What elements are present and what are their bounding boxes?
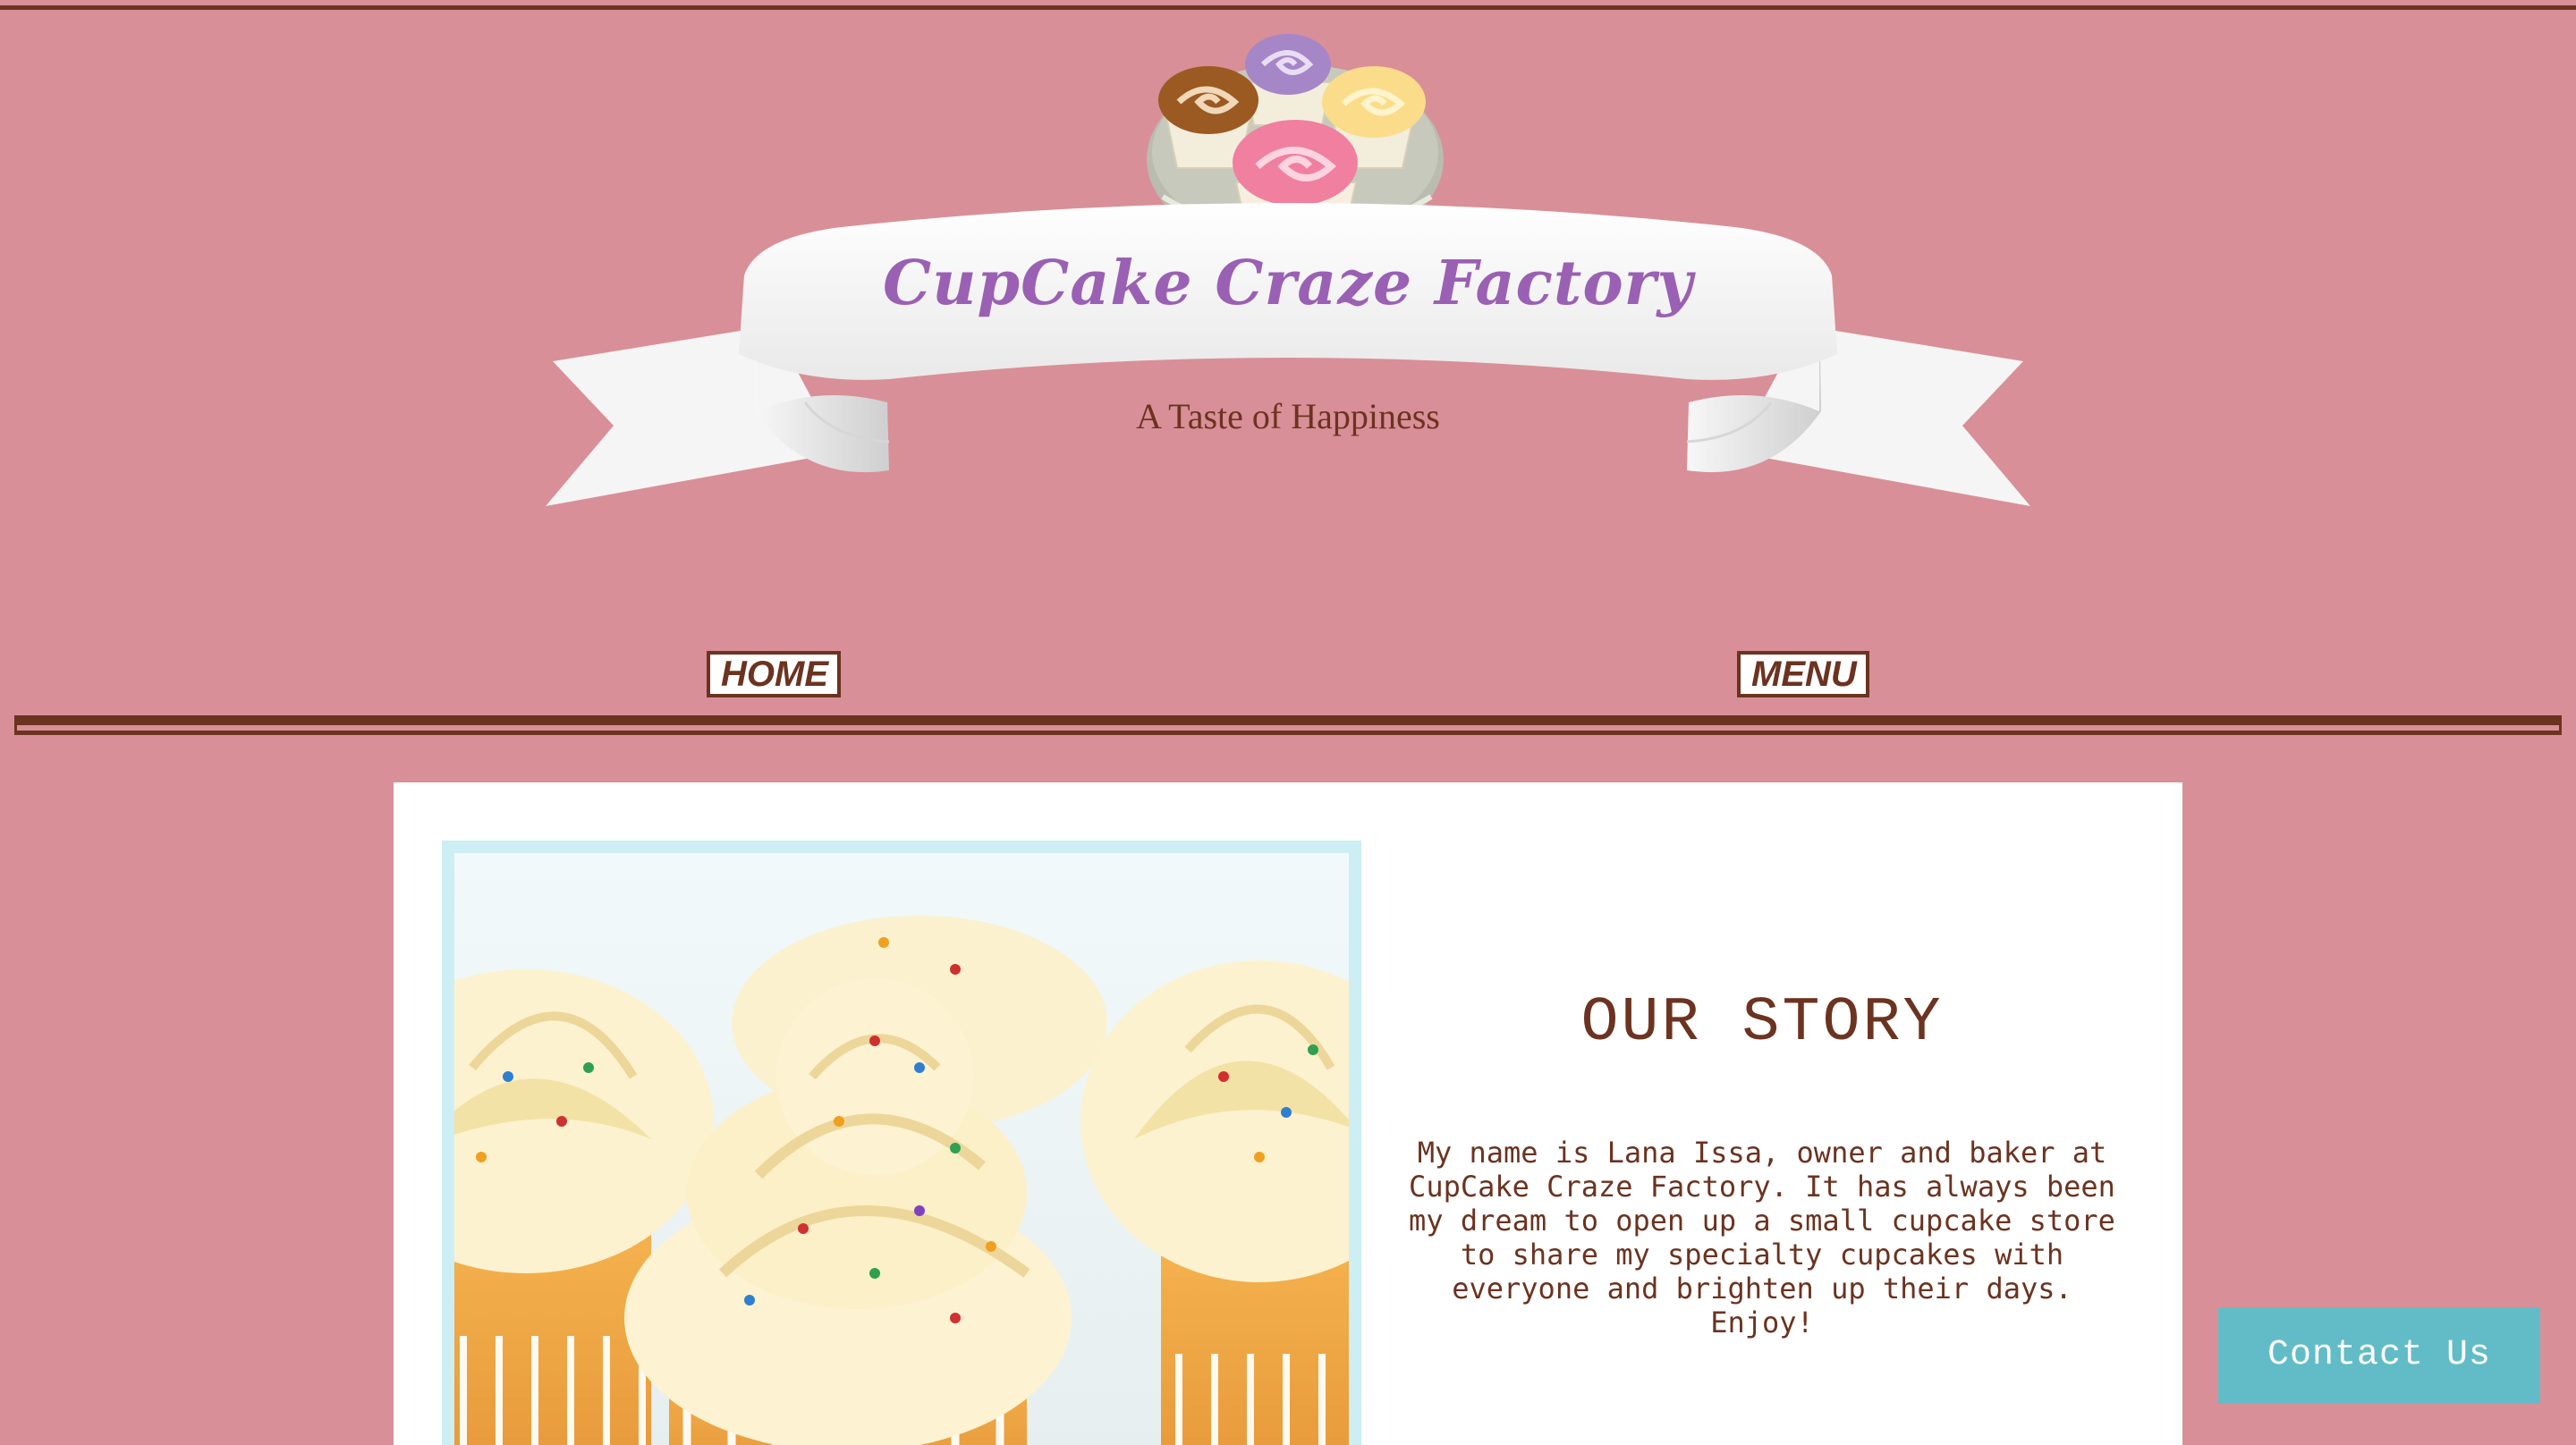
site-title: CupCake Craze Factory <box>882 248 1694 319</box>
contact-us-button[interactable]: Contact Us <box>2218 1307 2540 1404</box>
cupcakes-photo <box>454 853 1349 1445</box>
story-heading: OUR STORY <box>1580 988 1944 1059</box>
nav-divider <box>14 715 2562 735</box>
story-text: My name is Lana Issa, owner and baker at… <box>1409 1136 2115 1339</box>
top-divider <box>0 5 2576 10</box>
nav-home-button[interactable]: HOME <box>707 651 841 697</box>
nav-menu-button[interactable]: MENU <box>1737 651 1869 697</box>
page: CupCake Craze Factory A Taste of Happine… <box>0 0 2576 1445</box>
site-tagline: A Taste of Happiness <box>1136 396 1440 436</box>
